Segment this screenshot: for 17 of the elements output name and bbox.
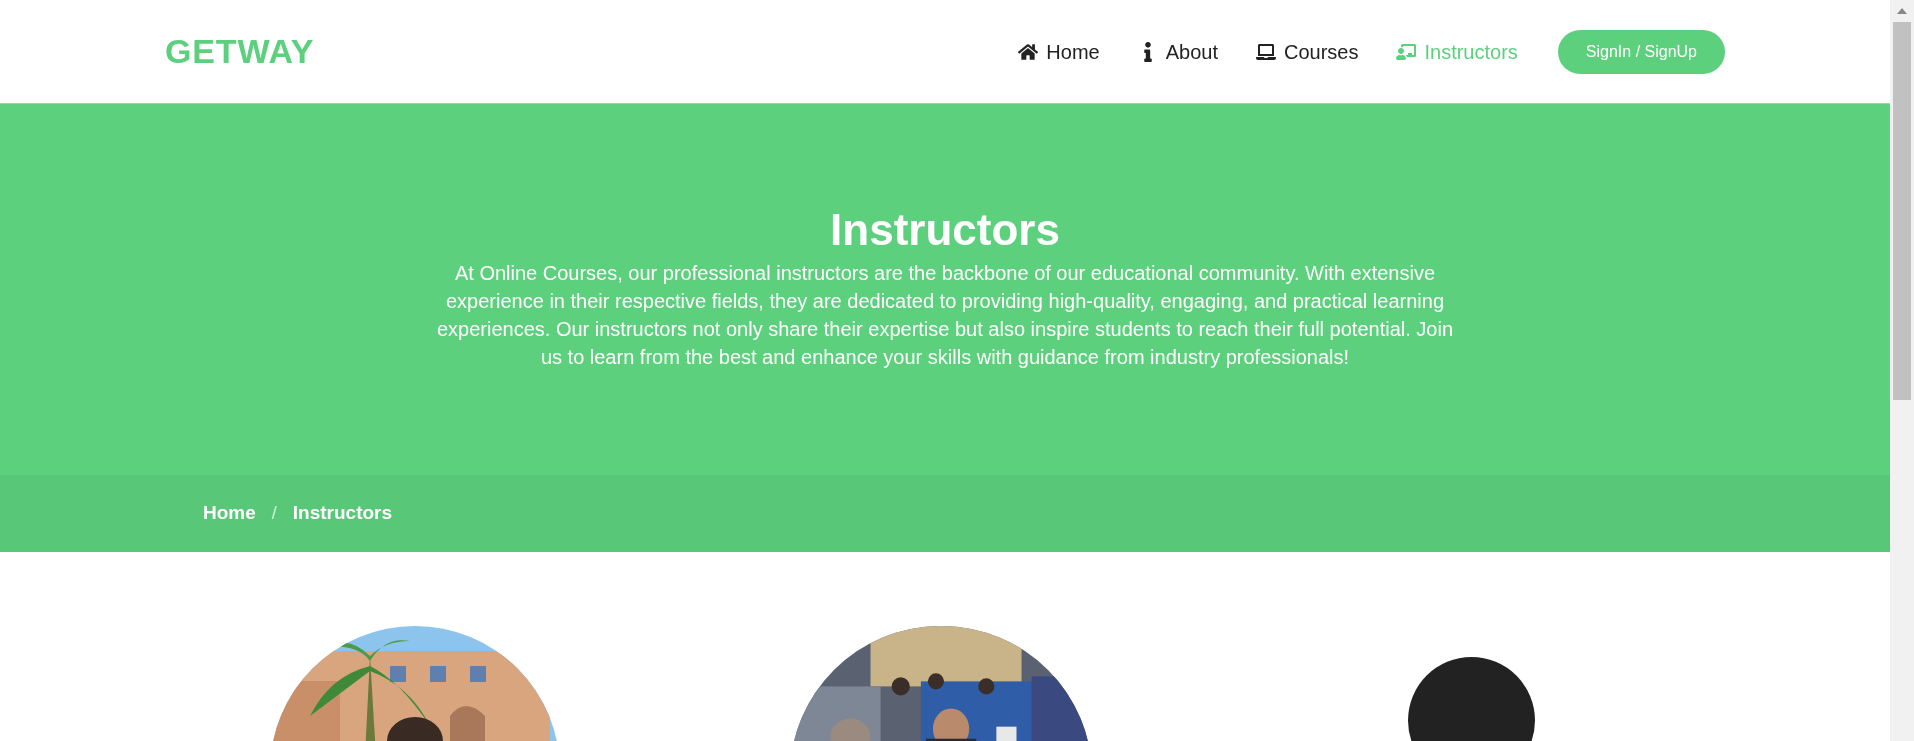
nav-link[interactable]: Home <box>1018 36 1100 67</box>
nav-link[interactable]: About <box>1137 36 1218 67</box>
scrollbar-thumb[interactable] <box>1893 22 1911 400</box>
logo[interactable]: GETWAY <box>165 26 315 77</box>
scroll-up-icon[interactable] <box>1897 8 1907 14</box>
breadcrumb-link[interactable]: Instructors <box>292 499 393 528</box>
scrollbar[interactable] <box>1890 0 1914 741</box>
signin-button[interactable]: SignIn / SignUp <box>1557 29 1725 74</box>
hero-text: At Online Courses, our professional instructors are the backbone of our educational community. With extensive experience in their respective fields, they are dedicated to providing high-quality, engaging, and practical learning experiences. Our instructors not only share their expertise but also inspire students to reach their full potential. Join us to learn from the best and enhance your skills with guidance from industry professionals! <box>435 261 1455 370</box>
hero-title: Instructors <box>830 204 1060 256</box>
nav-link[interactable]: Instructors <box>1396 36 1518 67</box>
home-icon <box>1018 41 1039 62</box>
teacher-icon <box>1396 41 1417 62</box>
laptop-icon <box>1255 41 1276 62</box>
breadcrumb-separator: / <box>270 502 278 525</box>
breadcrumb-link[interactable]: Home <box>203 499 256 528</box>
nav-link[interactable]: Courses <box>1255 36 1359 67</box>
